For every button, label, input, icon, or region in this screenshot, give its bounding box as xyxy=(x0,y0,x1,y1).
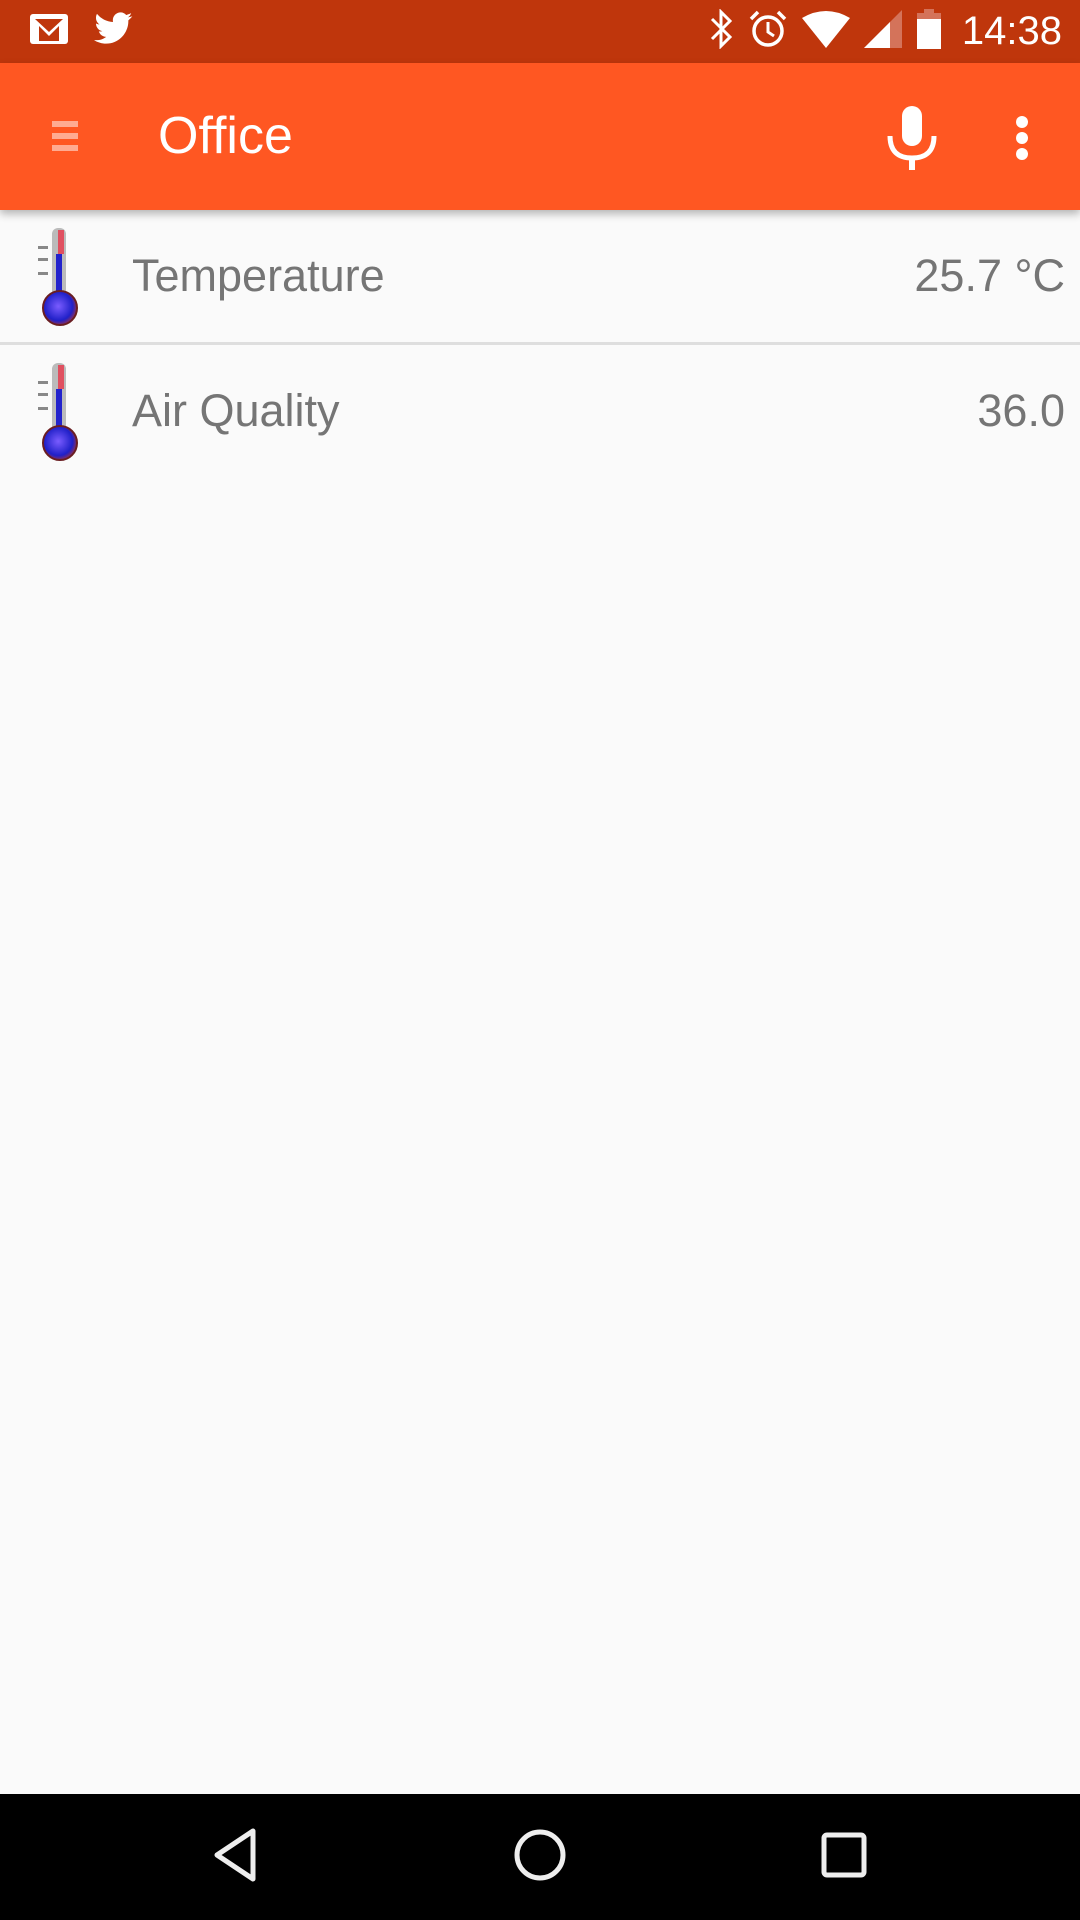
recents-button[interactable] xyxy=(804,1817,884,1897)
more-options-button[interactable] xyxy=(990,98,1054,182)
wifi-icon xyxy=(801,10,850,53)
bluetooth-icon xyxy=(708,8,734,54)
clock: 14:38 xyxy=(961,9,1062,53)
gmail-icon xyxy=(28,12,70,51)
battery-icon xyxy=(916,9,942,54)
home-button[interactable] xyxy=(500,1817,580,1897)
status-bar: 14:38 xyxy=(0,0,1080,63)
alarm-icon xyxy=(748,9,788,54)
sensor-row-air-quality[interactable]: Air Quality 36.0 xyxy=(0,342,1080,477)
microphone-icon xyxy=(886,104,938,177)
recents-icon xyxy=(819,1830,869,1885)
sensor-label: Temperature xyxy=(132,250,385,301)
notification-icons xyxy=(28,0,134,63)
back-icon xyxy=(211,1827,261,1888)
sensor-value: 25.7 °C xyxy=(914,250,1065,301)
sensor-label: Air Quality xyxy=(132,385,340,436)
system-icons: 14:38 xyxy=(708,0,1062,63)
system-nav-bar xyxy=(0,1794,1080,1920)
voice-input-button[interactable] xyxy=(870,98,954,182)
thermometer-icon xyxy=(30,359,94,463)
home-icon xyxy=(512,1827,568,1888)
sensor-value: 36.0 xyxy=(977,385,1065,436)
menu-button[interactable] xyxy=(30,103,100,173)
thermometer-icon xyxy=(30,224,94,328)
hamburger-menu-icon xyxy=(50,116,80,161)
more-vert-icon xyxy=(1014,114,1030,167)
cell-signal-icon xyxy=(863,10,902,53)
back-button[interactable] xyxy=(196,1817,276,1897)
page-title: Office xyxy=(158,107,293,165)
sensor-row-temperature[interactable]: Temperature 25.7 °C xyxy=(0,210,1080,342)
sensor-list: Temperature 25.7 °C Air Quality 36.0 xyxy=(0,210,1080,477)
app-toolbar: Office xyxy=(0,63,1080,210)
twitter-icon xyxy=(94,12,134,51)
